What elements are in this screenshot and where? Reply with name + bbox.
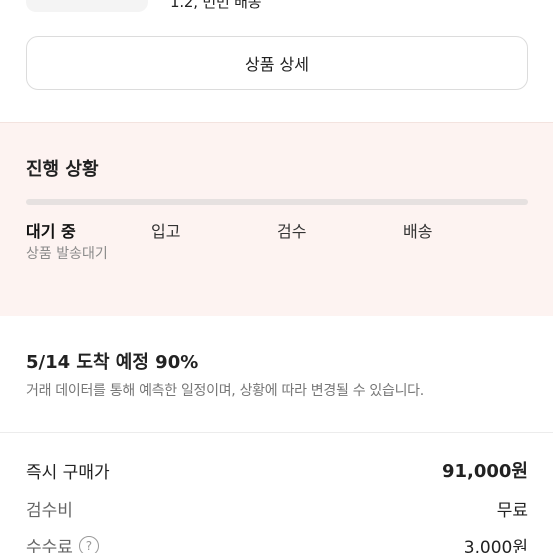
price-row-inspection-fee: 검수비 무료	[26, 496, 528, 521]
eta-title: 5/14 도착 예정 90%	[26, 352, 199, 373]
step-status-sub: 상품 발송대기	[26, 246, 108, 262]
price-row-label: 수수료	[26, 538, 73, 553]
price-row-value: 무료	[496, 501, 528, 521]
step-received: 입고	[151, 222, 181, 241]
step-waiting: 대기 중	[26, 222, 76, 241]
progress-section: 진행 상황 대기 중 입고 검수 배송 상품 발송대기	[0, 122, 553, 316]
product-thumbnail	[26, 0, 148, 12]
step-inspection: 검수	[277, 222, 307, 241]
progress-track	[26, 199, 528, 205]
top-product-summary: 1.2, 번번 배송	[0, 0, 553, 22]
section-divider	[0, 432, 553, 433]
product-detail-button[interactable]: 상품 상세	[26, 36, 528, 90]
step-shipping: 배송	[403, 222, 433, 241]
product-summary-text: 1.2, 번번 배송	[170, 0, 262, 11]
price-row-label-wrap: 수수료 ?	[26, 533, 99, 553]
price-row-label: 즉시 구매가	[26, 462, 110, 483]
progress-title: 진행 상황	[26, 159, 99, 180]
price-row-fee: 수수료 ? 3,000원	[26, 533, 528, 553]
eta-section: 5/14 도착 예정 90% 거래 데이터를 통해 예측한 일정이며, 상황에 …	[0, 316, 553, 432]
price-row-value: 91,000원	[441, 461, 528, 482]
price-row-value: 3,000원	[463, 538, 528, 553]
help-icon[interactable]: ?	[78, 535, 99, 553]
price-row-instant-buy: 즉시 구매가 91,000원	[26, 457, 528, 483]
price-row-label: 검수비	[26, 501, 73, 521]
eta-description: 거래 데이터를 통해 예측한 일정이며, 상황에 따라 변경될 수 있습니다.	[26, 383, 424, 399]
